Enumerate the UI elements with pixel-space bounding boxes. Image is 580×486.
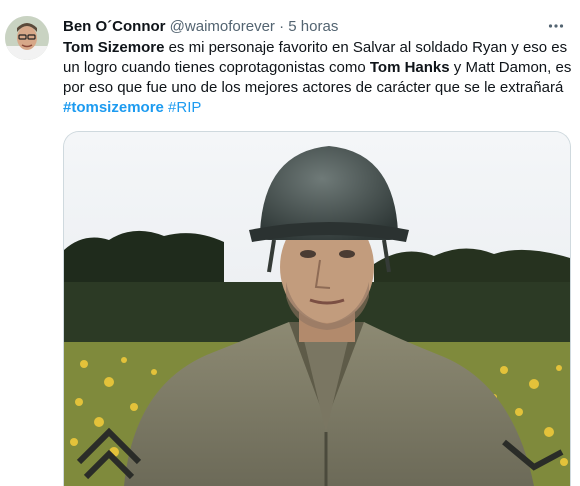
ellipsis-icon [548, 24, 564, 28]
tweet-text-mention-bold: Tom Hanks [369, 59, 450, 76]
tweet-text: Tom Sizemore es mi personaje favorito en… [63, 38, 573, 118]
author-name[interactable]: Ben O´Connor [63, 18, 166, 35]
hashtag-link[interactable]: #tomsizemore [63, 99, 164, 116]
tweet-text-mention-bold: Tom Sizemore [63, 39, 165, 56]
tweet-media-image[interactable] [63, 131, 571, 486]
avatar[interactable] [5, 16, 49, 60]
author-handle[interactable]: @waimoforever [170, 18, 275, 35]
avatar-image [5, 16, 49, 60]
timestamp[interactable]: 5 horas [288, 18, 338, 35]
soldier-photo [64, 132, 570, 486]
tweet-header: Ben O´Connor @waimoforever · 5 horas [63, 16, 568, 38]
hashtag-link[interactable]: #RIP [168, 99, 201, 116]
separator-dot: · [279, 18, 285, 35]
more-options-button[interactable] [544, 14, 568, 38]
tweet: Ben O´Connor @waimoforever · 5 horas Tom… [0, 0, 580, 486]
